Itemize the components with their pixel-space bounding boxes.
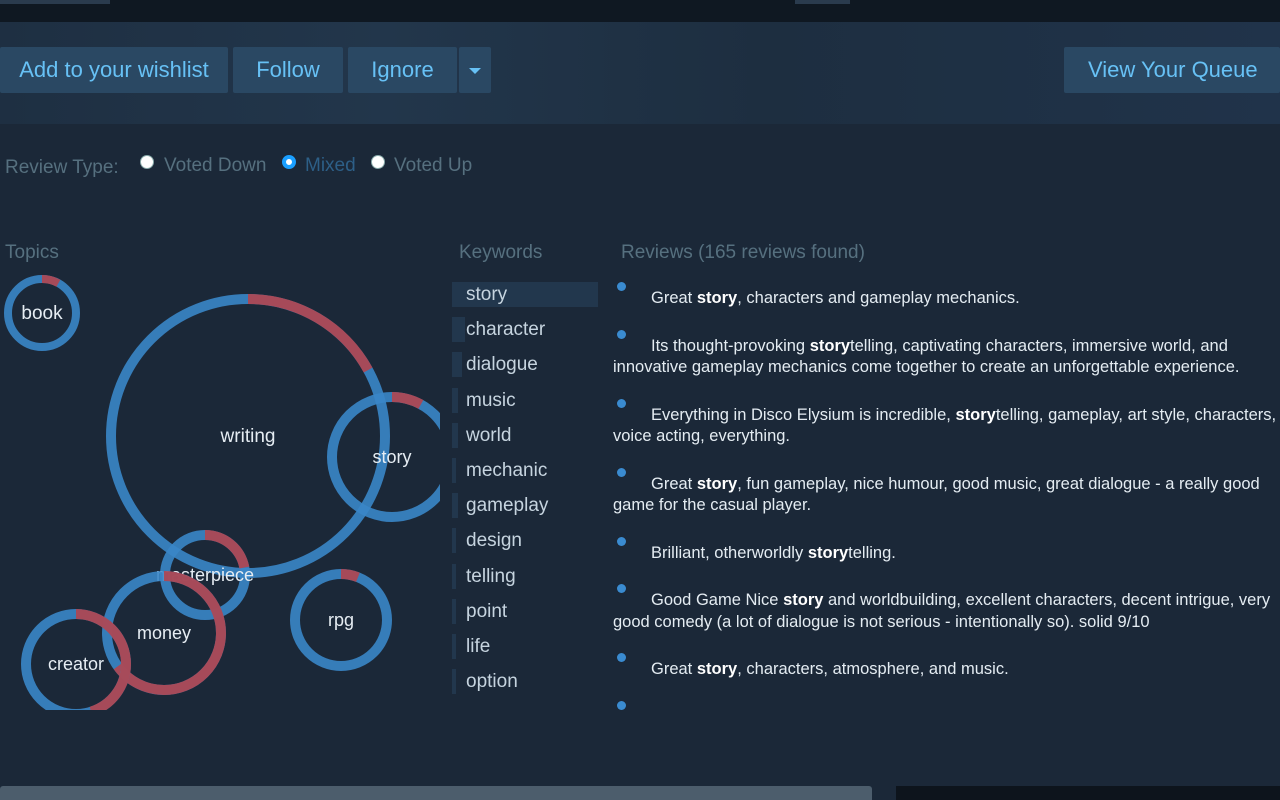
keyword-item-story[interactable]: story — [452, 282, 600, 307]
reviews-list: Great story, characters and gameplay mec… — [613, 282, 1280, 710]
keyword-item-world[interactable]: world — [452, 422, 600, 448]
keyword-item-life[interactable]: life — [452, 633, 600, 659]
keyword-label: option — [466, 671, 518, 693]
radio-label-voted-up[interactable]: Voted Up — [394, 155, 472, 177]
keyword-highlight: story — [955, 405, 996, 424]
topic-label: creator — [48, 654, 104, 674]
keyword-weight-bar — [452, 528, 456, 554]
keyword-item-character[interactable]: character — [452, 317, 600, 343]
review-text: Great story, characters and gameplay mec… — [651, 289, 1020, 307]
review-text: Great story, fun gameplay, nice humour, … — [613, 474, 1260, 515]
follow-button[interactable]: Follow — [233, 47, 343, 93]
keyword-highlight: story — [696, 474, 738, 493]
review-item: Great story, fun gameplay, nice humour, … — [613, 467, 1280, 517]
nav-tab-indicator — [795, 0, 850, 4]
keyword-highlight: story — [783, 591, 824, 609]
keywords-title: Keywords — [459, 242, 543, 263]
keyword-weight-bar — [452, 387, 458, 413]
horizontal-scrollbar[interactable] — [0, 786, 872, 800]
keyword-label: world — [466, 424, 512, 446]
keyword-label: music — [466, 389, 516, 411]
review-item: Great story, characters and gameplay mec… — [613, 282, 1280, 310]
bullet-icon — [617, 653, 626, 662]
keyword-item-music[interactable]: music — [452, 387, 600, 413]
keyword-label: telling — [466, 565, 516, 587]
keyword-label: character — [466, 319, 546, 341]
keyword-highlight: story — [809, 336, 851, 355]
keyword-label: mechanic — [466, 459, 548, 481]
nav-tab-indicator — [0, 0, 110, 4]
radio-voted-down[interactable] — [140, 155, 154, 169]
top-nav-strip — [0, 0, 1280, 22]
keyword-highlight: story — [807, 543, 849, 562]
topic-bubble-writing[interactable]: writing — [106, 294, 390, 578]
keyword-label: life — [466, 635, 491, 657]
keyword-item-design[interactable]: design — [452, 528, 600, 554]
keyword-weight-bar — [452, 493, 458, 519]
review-text: Good Game Nice story and worldbuilding, … — [613, 591, 1271, 631]
review-item: Good Game Nice story and worldbuilding, … — [613, 584, 1280, 633]
review-text: Its thought-provoking storytelling, capt… — [613, 336, 1240, 377]
keyword-label: gameplay — [466, 495, 549, 517]
bullet-icon — [617, 467, 626, 477]
review-item: Everything in Disco Elysium is incredibl… — [613, 398, 1280, 448]
reviews-title: Reviews (165 reviews found) — [621, 242, 865, 263]
keyword-weight-bar — [452, 633, 456, 659]
radio-voted-up[interactable] — [371, 155, 385, 169]
keyword-label: design — [466, 530, 522, 552]
review-text: Disco Elysium is a must-play for those s… — [613, 707, 1280, 711]
topic-bubble-book[interactable]: book — [4, 275, 80, 351]
keyword-label: story — [466, 284, 508, 305]
radio-label-voted-down[interactable]: Voted Down — [164, 155, 266, 177]
topic-label: book — [21, 303, 63, 324]
scrollbar-track — [896, 786, 1280, 800]
bullet-icon — [617, 329, 626, 339]
keyword-item-point[interactable]: point — [452, 598, 600, 624]
keyword-weight-bar — [452, 422, 458, 448]
review-text: Brilliant, otherworldly storytelling. — [651, 543, 896, 562]
keyword-item-dialogue[interactable]: dialogue — [452, 352, 600, 378]
bullet-icon — [617, 536, 626, 546]
keyword-highlight: story — [696, 660, 738, 678]
radio-mixed[interactable] — [282, 155, 296, 169]
keyword-item-mechanic[interactable]: mechanic — [452, 457, 600, 483]
ignore-button[interactable]: Ignore — [348, 47, 457, 93]
topics-bubble-chart: book writing story masterpiece money rpg creat… — [0, 270, 440, 710]
topic-bubble-rpg[interactable]: rpg — [290, 569, 392, 671]
bullet-icon — [617, 584, 626, 593]
add-to-wishlist-button[interactable]: Add to your wishlist — [0, 47, 228, 93]
review-item: Its thought-provoking storytelling, capt… — [613, 329, 1280, 379]
keyword-label: point — [466, 600, 508, 622]
keywords-list: story character dialogue music world mechanic… — [452, 282, 600, 704]
radio-label-mixed[interactable]: Mixed — [305, 155, 356, 177]
keyword-weight-bar — [452, 317, 465, 343]
review-item: Great story, characters, atmosphere, and… — [613, 653, 1280, 681]
keyword-weight-bar — [452, 563, 456, 589]
keyword-item-telling[interactable]: telling — [452, 563, 600, 589]
keyword-weight-bar — [452, 352, 462, 378]
review-item: Brilliant, otherworldly storytelling. — [613, 536, 1280, 565]
topic-label: rpg — [328, 610, 354, 630]
bullet-icon — [617, 282, 626, 291]
topic-label: story — [372, 447, 411, 467]
topics-title: Topics — [5, 242, 59, 263]
keyword-item-gameplay[interactable]: gameplay — [452, 493, 600, 519]
review-text: Everything in Disco Elysium is incredibl… — [613, 405, 1277, 446]
keyword-label: dialogue — [466, 354, 538, 376]
bullet-icon — [617, 700, 626, 710]
keyword-weight-bar — [452, 457, 456, 483]
review-type-label: Review Type: — [5, 157, 119, 178]
review-item: Disco Elysium is a must-play for those s… — [613, 700, 1280, 711]
keyword-weight-bar — [452, 598, 456, 624]
topic-label: writing — [220, 426, 276, 447]
review-text: Great story, characters, atmosphere, and… — [651, 660, 1009, 678]
keyword-item-option[interactable]: option — [452, 669, 600, 695]
keyword-weight-bar — [452, 669, 456, 695]
keyword-highlight: story — [696, 289, 738, 307]
bullet-icon — [617, 398, 626, 408]
chevron-down-icon — [469, 68, 481, 74]
topic-label: money — [137, 623, 191, 643]
view-queue-button[interactable]: View Your Queue — [1064, 47, 1280, 93]
